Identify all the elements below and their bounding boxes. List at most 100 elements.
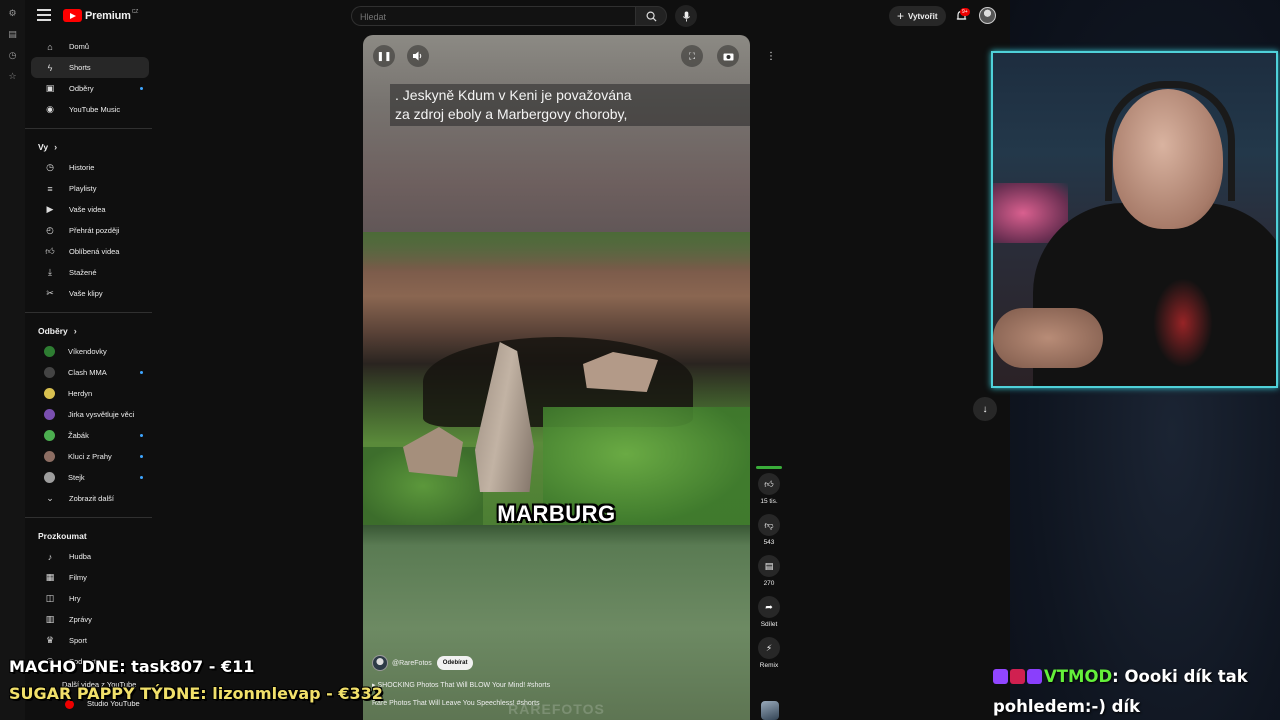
- sidebar-item-label: Hudba: [69, 552, 92, 561]
- sidebar-item-explore-0[interactable]: ♪ Hudba: [31, 546, 149, 567]
- channel-avatar: [44, 388, 55, 399]
- sidebar-item-main-2[interactable]: ▣ Odběry: [31, 78, 149, 99]
- youtube-play-icon: [63, 9, 82, 22]
- sidebar-item-you-2[interactable]: ▶ Vaše videa: [31, 199, 149, 220]
- more-options-icon[interactable]: ⋮: [760, 45, 782, 67]
- gamepad-icon: ◫: [45, 593, 55, 603]
- subscribe-button[interactable]: Odebírat: [436, 656, 474, 670]
- share-icon: ➦: [765, 601, 773, 612]
- like-icon: 👍︎: [45, 246, 55, 256]
- search-button[interactable]: [635, 6, 667, 26]
- sidebar-item-main-0[interactable]: ⌂ Domů: [31, 36, 149, 57]
- sidebar-item-you-3[interactable]: ◴ Přehrát později: [31, 220, 149, 241]
- sidebar-item-label: Zprávy: [69, 615, 92, 624]
- sidebar-item-label: Víkendovky: [68, 347, 107, 356]
- search-input[interactable]: [352, 7, 602, 27]
- sidebar-item-you-1[interactable]: ≡ Playlisty: [31, 178, 149, 199]
- sidebar-item-main-3[interactable]: ◉ YouTube Music: [31, 99, 149, 120]
- subscriptions-icon: ▣: [45, 83, 55, 93]
- sidebar-item-label: Oblíbená videa: [69, 247, 120, 256]
- heading-label: Prozkoumat: [38, 531, 87, 541]
- music-icon: ◉: [46, 104, 54, 114]
- account-avatar[interactable]: [979, 7, 996, 24]
- trophy-icon: ♛: [45, 635, 55, 645]
- news-icon: ▥: [45, 614, 55, 624]
- sidebar-item-you-6[interactable]: ✂ Vaše klipy: [31, 283, 149, 304]
- sidebar-item-label: Vaše videa: [69, 205, 106, 214]
- channel-row: @RareFotos Odebírat: [372, 655, 474, 671]
- sidebar-item-explore-2[interactable]: ◫ Hry: [31, 588, 149, 609]
- library-icon[interactable]: ▤: [0, 25, 25, 44]
- sidebar: ⌂ Domů ϟ Shorts ▣ Odběry ◉ YouTube Music Vy › ◷ H…: [25, 36, 152, 672]
- sidebar-item-sub-4[interactable]: Žabák: [31, 425, 149, 446]
- new-content-dot: [140, 434, 143, 437]
- sidebar-item-sub-3[interactable]: Jirka vysvětluje věci: [31, 404, 149, 425]
- sidebar-divider: [25, 312, 152, 313]
- channel-avatar: [44, 451, 55, 462]
- next-video-title[interactable]: Rare Photos That Will Leave You Speechle…: [372, 700, 540, 707]
- sub-badge-icon: [1027, 669, 1042, 684]
- sidebar-item-explore-1[interactable]: ▦ Filmy: [31, 567, 149, 588]
- sidebar-item-label: Hry: [69, 594, 81, 603]
- channel-avatar[interactable]: [372, 655, 388, 671]
- arrow-down-icon: ↓: [982, 403, 988, 415]
- channel-name[interactable]: @RareFotos: [392, 660, 432, 667]
- fullscreen-button[interactable]: ⛶: [681, 45, 703, 67]
- like-button[interactable]: 👍︎: [758, 473, 780, 495]
- camera-button[interactable]: [717, 45, 739, 67]
- sidebar-item-you-0[interactable]: ◷ Historie: [31, 157, 149, 178]
- create-button[interactable]: + Vytvořit: [889, 6, 946, 26]
- sidebar-item-explore-3[interactable]: ▥ Zprávy: [31, 609, 149, 630]
- sidebar-item-sub-0[interactable]: Víkendovky: [31, 341, 149, 362]
- streamer-arm: [993, 308, 1103, 368]
- notifications-button[interactable]: 9+: [952, 7, 970, 25]
- sidebar-item-you-5[interactable]: ⤓ Stažené: [31, 262, 149, 283]
- comments-button[interactable]: ▤: [758, 555, 780, 577]
- sidebar-item-label: Jirka vysvětluje věci: [68, 410, 135, 419]
- sidebar-item-label: Historie: [69, 163, 95, 172]
- sidebar-heading-subscriptions[interactable]: Odběry ›: [25, 321, 152, 341]
- sidebar-heading-you[interactable]: Vy ›: [25, 137, 152, 157]
- sound-thumbnail[interactable]: [761, 701, 779, 720]
- camera-icon: [723, 53, 733, 60]
- notification-badge: 9+: [960, 8, 970, 16]
- top-donor-week: SUGAR PAPPY TÝDNE: lizonmlevap - €332: [9, 684, 383, 703]
- dislike-button[interactable]: 👎︎: [758, 514, 780, 536]
- video-title[interactable]: ▸ SHOCKING Photos That Will BLOW Your Mi…: [372, 681, 550, 689]
- vegetation: [363, 232, 750, 272]
- caption-line: za zdroj eboly a Marbergovy choroby,: [395, 106, 628, 122]
- sidebar-item-sub-1[interactable]: Clash MMA: [31, 362, 149, 383]
- video-title-text: SHOCKING Photos That Will BLOW Your Mind…: [377, 682, 551, 689]
- sidebar-item-label: Odběry: [69, 84, 94, 93]
- history-icon[interactable]: ◷: [0, 46, 25, 65]
- shorts-player[interactable]: ❚❚ ⛶ . Jeskyně Kdum v Keni je považována…: [363, 35, 750, 720]
- channel-avatar: [44, 367, 55, 378]
- new-content-dot: [140, 371, 143, 374]
- sidebar-item-sub-6[interactable]: Stejk: [31, 467, 149, 488]
- sidebar-item-sub-2[interactable]: Herdyn: [31, 383, 149, 404]
- sidebar-item-label: Vaše klipy: [69, 289, 103, 298]
- obs-side-rail: ⚙ ▤ ◷ ☆: [0, 0, 25, 720]
- video-icon: ▶: [46, 204, 54, 214]
- sidebar-item-main-1[interactable]: ϟ Shorts: [31, 57, 149, 78]
- share-button[interactable]: ➦: [758, 596, 780, 618]
- show-more-button[interactable]: ⌄ Zobrazit další: [31, 488, 149, 509]
- sidebar-item-you-4[interactable]: 👍︎ Oblíbená videa: [31, 241, 149, 262]
- star-icon[interactable]: ☆: [0, 67, 25, 86]
- caption-line: . Jeskyně Kdum v Keni je považována: [395, 87, 632, 103]
- sidebar-item-explore-4[interactable]: ♛ Sport: [31, 630, 149, 651]
- next-short-button[interactable]: ↓: [973, 397, 997, 421]
- logo-text: Premium: [85, 9, 131, 22]
- volume-button[interactable]: [407, 45, 429, 67]
- youtube-logo[interactable]: Premium CZ: [63, 9, 138, 22]
- channel-avatar: [44, 430, 55, 441]
- settings-icon[interactable]: ⚙: [0, 4, 25, 23]
- top-bar: Premium CZ + Vytvořit 9+: [25, 0, 1010, 32]
- sidebar-item-label: Zobrazit další: [69, 494, 115, 503]
- remix-button[interactable]: ⚡︎: [758, 637, 780, 659]
- sidebar-item-sub-5[interactable]: Kluci z Prahy: [31, 446, 149, 467]
- pause-button[interactable]: ❚❚: [373, 45, 395, 67]
- voice-search-button[interactable]: [675, 5, 697, 27]
- menu-icon[interactable]: [37, 9, 51, 21]
- sidebar-item-label: Domů: [69, 42, 90, 51]
